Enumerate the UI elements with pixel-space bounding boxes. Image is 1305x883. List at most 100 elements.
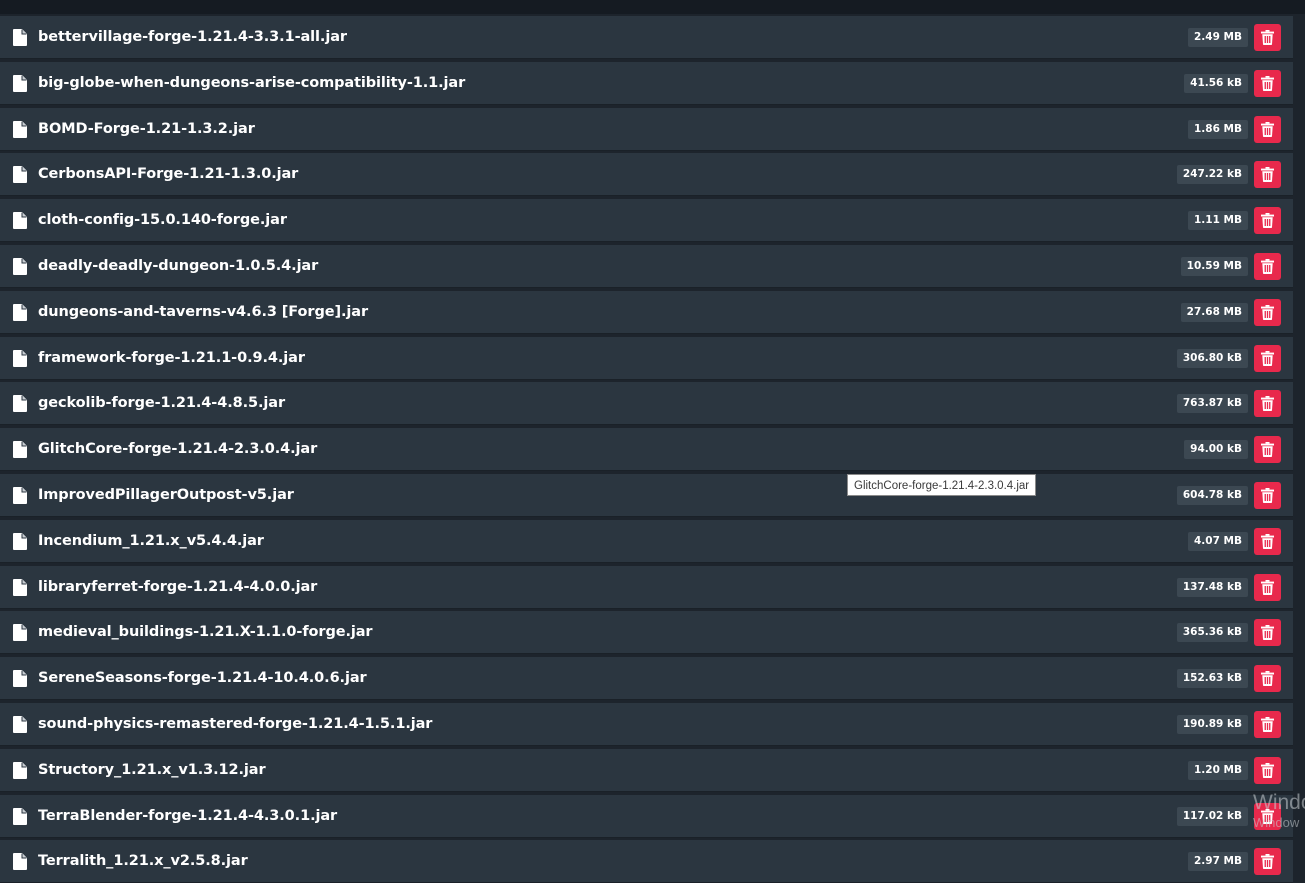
delete-file-button[interactable] <box>1254 390 1281 417</box>
trash-icon <box>1261 488 1274 503</box>
file-size-badge: 137.48 kB <box>1176 578 1248 597</box>
file-name[interactable]: TerraBlender-forge-1.21.4-4.3.0.1.jar <box>38 795 337 838</box>
trash-icon <box>1261 580 1274 595</box>
file-size-badge: 4.07 MB <box>1187 532 1248 551</box>
trash-icon <box>1261 442 1274 457</box>
delete-file-button[interactable] <box>1254 345 1281 372</box>
filename-tooltip: GlitchCore-forge-1.21.4-2.3.0.4.jar <box>847 474 1037 496</box>
file-list: bettervillage-forge-1.21.4-3.3.1-all.jar… <box>0 14 1293 883</box>
file-icon <box>13 487 27 504</box>
file-name[interactable]: medieval_buildings-1.21.X-1.1.0-forge.ja… <box>38 611 373 654</box>
file-name[interactable]: GlitchCore-forge-1.21.4-2.3.0.4.jar <box>38 428 317 471</box>
delete-file-button[interactable] <box>1254 70 1281 97</box>
delete-file-button[interactable] <box>1254 482 1281 509</box>
file-row[interactable]: deadly-deadly-dungeon-1.0.5.4.jar 10.59 … <box>0 245 1293 288</box>
file-icon <box>13 166 27 183</box>
trash-icon <box>1261 763 1274 778</box>
file-row[interactable]: SereneSeasons-forge-1.21.4-10.4.0.6.jar … <box>0 657 1293 700</box>
file-row[interactable]: dungeons-and-taverns-v4.6.3 [Forge].jar … <box>0 291 1293 334</box>
trash-icon <box>1261 213 1274 228</box>
delete-file-button[interactable] <box>1254 711 1281 738</box>
top-bar <box>0 0 1305 14</box>
file-row[interactable]: big-globe-when-dungeons-arise-compatibil… <box>0 62 1293 105</box>
file-name[interactable]: libraryferret-forge-1.21.4-4.0.0.jar <box>38 566 317 609</box>
file-name[interactable]: cloth-config-15.0.140-forge.jar <box>38 199 287 242</box>
file-size-badge: 306.80 kB <box>1176 349 1248 368</box>
file-icon <box>13 670 27 687</box>
file-name[interactable]: bettervillage-forge-1.21.4-3.3.1-all.jar <box>38 16 347 59</box>
trash-icon <box>1261 305 1274 320</box>
file-icon <box>13 121 27 138</box>
file-name[interactable]: Incendium_1.21.x_v5.4.4.jar <box>38 520 264 563</box>
trash-icon <box>1261 854 1274 869</box>
file-row[interactable]: bettervillage-forge-1.21.4-3.3.1-all.jar… <box>0 16 1293 59</box>
file-row[interactable]: GlitchCore-forge-1.21.4-2.3.0.4.jar 94.0… <box>0 428 1293 471</box>
file-row[interactable]: BOMD-Forge-1.21-1.3.2.jar 1.86 MB <box>0 108 1293 151</box>
file-name[interactable]: deadly-deadly-dungeon-1.0.5.4.jar <box>38 245 318 288</box>
file-row[interactable]: Terralith_1.21.x_v2.5.8.jar 2.97 MB <box>0 840 1293 883</box>
scrollbar-track[interactable] <box>1293 14 1305 883</box>
file-name[interactable]: geckolib-forge-1.21.4-4.8.5.jar <box>38 382 285 425</box>
file-row[interactable]: cloth-config-15.0.140-forge.jar 1.11 MB <box>0 199 1293 242</box>
file-icon <box>13 853 27 870</box>
file-icon <box>13 395 27 412</box>
file-size-badge: 152.63 kB <box>1176 669 1248 688</box>
trash-icon <box>1261 76 1274 91</box>
file-name[interactable]: dungeons-and-taverns-v4.6.3 [Forge].jar <box>38 291 368 334</box>
file-row[interactable]: framework-forge-1.21.1-0.9.4.jar 306.80 … <box>0 337 1293 380</box>
trash-icon <box>1261 351 1274 366</box>
delete-file-button[interactable] <box>1254 24 1281 51</box>
file-size-badge: 27.68 MB <box>1180 303 1248 322</box>
trash-icon <box>1261 809 1274 824</box>
file-icon <box>13 808 27 825</box>
file-size-badge: 1.11 MB <box>1187 211 1248 230</box>
delete-file-button[interactable] <box>1254 207 1281 234</box>
trash-icon <box>1261 396 1274 411</box>
file-icon <box>13 716 27 733</box>
file-icon <box>13 579 27 596</box>
delete-file-button[interactable] <box>1254 848 1281 875</box>
file-row[interactable]: ImprovedPillagerOutpost-v5.jar 604.78 kB <box>0 474 1293 517</box>
file-name[interactable]: CerbonsAPI-Forge-1.21-1.3.0.jar <box>38 153 298 196</box>
file-name[interactable]: Structory_1.21.x_v1.3.12.jar <box>38 749 266 792</box>
file-size-badge: 10.59 MB <box>1180 257 1248 276</box>
delete-file-button[interactable] <box>1254 757 1281 784</box>
delete-file-button[interactable] <box>1254 528 1281 555</box>
file-row[interactable]: sound-physics-remastered-forge-1.21.4-1.… <box>0 703 1293 746</box>
trash-icon <box>1261 534 1274 549</box>
file-name[interactable]: ImprovedPillagerOutpost-v5.jar <box>38 474 294 517</box>
delete-file-button[interactable] <box>1254 619 1281 646</box>
file-name[interactable]: BOMD-Forge-1.21-1.3.2.jar <box>38 108 255 151</box>
delete-file-button[interactable] <box>1254 299 1281 326</box>
file-name[interactable]: Terralith_1.21.x_v2.5.8.jar <box>38 840 248 883</box>
delete-file-button[interactable] <box>1254 574 1281 601</box>
trash-icon <box>1261 259 1274 274</box>
file-size-badge: 365.36 kB <box>1176 623 1248 642</box>
file-row[interactable]: libraryferret-forge-1.21.4-4.0.0.jar 137… <box>0 566 1293 609</box>
file-row[interactable]: Incendium_1.21.x_v5.4.4.jar 4.07 MB <box>0 520 1293 563</box>
delete-file-button[interactable] <box>1254 253 1281 280</box>
file-name[interactable]: framework-forge-1.21.1-0.9.4.jar <box>38 337 305 380</box>
file-row[interactable]: geckolib-forge-1.21.4-4.8.5.jar 763.87 k… <box>0 382 1293 425</box>
file-icon <box>13 212 27 229</box>
file-row[interactable]: Structory_1.21.x_v1.3.12.jar 1.20 MB <box>0 749 1293 792</box>
file-row[interactable]: medieval_buildings-1.21.X-1.1.0-forge.ja… <box>0 611 1293 654</box>
file-row[interactable]: TerraBlender-forge-1.21.4-4.3.0.1.jar 11… <box>0 795 1293 838</box>
trash-icon <box>1261 122 1274 137</box>
trash-icon <box>1261 167 1274 182</box>
file-size-badge: 763.87 kB <box>1176 394 1248 413</box>
file-name[interactable]: big-globe-when-dungeons-arise-compatibil… <box>38 62 465 105</box>
delete-file-button[interactable] <box>1254 803 1281 830</box>
file-icon <box>13 29 27 46</box>
file-row[interactable]: CerbonsAPI-Forge-1.21-1.3.0.jar 247.22 k… <box>0 153 1293 196</box>
file-name[interactable]: SereneSeasons-forge-1.21.4-10.4.0.6.jar <box>38 657 367 700</box>
delete-file-button[interactable] <box>1254 161 1281 188</box>
file-icon <box>13 75 27 92</box>
delete-file-button[interactable] <box>1254 116 1281 143</box>
delete-file-button[interactable] <box>1254 436 1281 463</box>
file-size-badge: 41.56 kB <box>1184 74 1248 93</box>
trash-icon <box>1261 625 1274 640</box>
file-size-badge: 1.86 MB <box>1187 120 1248 139</box>
delete-file-button[interactable] <box>1254 665 1281 692</box>
file-name[interactable]: sound-physics-remastered-forge-1.21.4-1.… <box>38 703 432 746</box>
